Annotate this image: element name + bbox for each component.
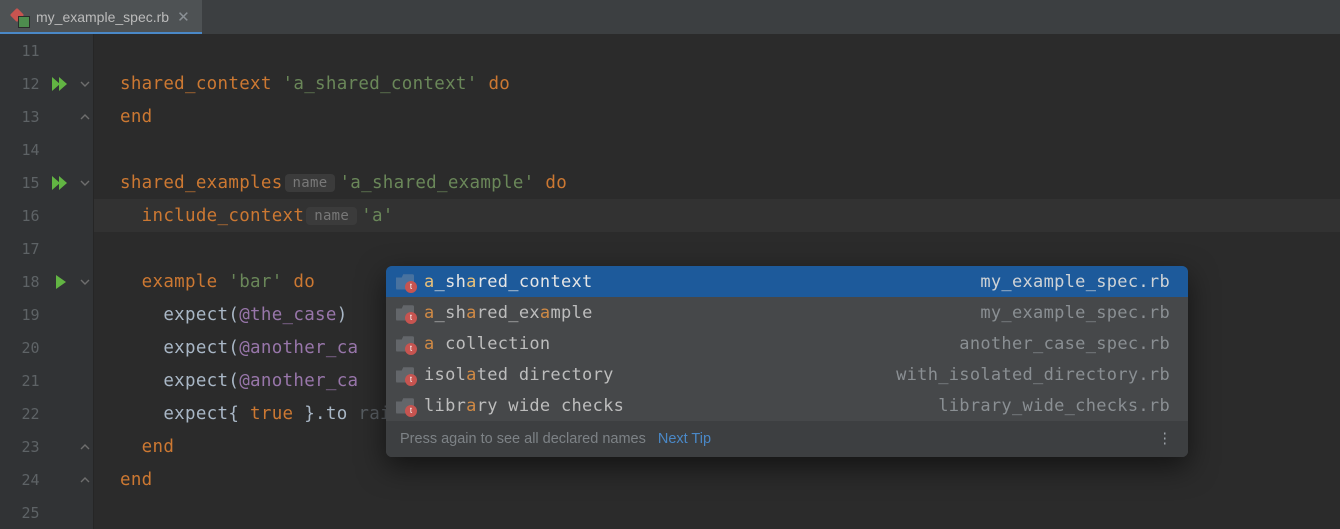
completion-item-path: another_case_spec.rb — [959, 334, 1170, 354]
code-line[interactable]: shared_examplesname'a_shared_example' do — [94, 166, 1340, 199]
line-number: 15 — [0, 174, 48, 192]
completion-item[interactable]: t isolated directory with_isolated_directo… — [386, 359, 1188, 390]
line-number: 18 — [0, 273, 48, 291]
completion-item[interactable]: t a_shared_example my_example_spec.rb — [386, 297, 1188, 328]
gutter-row: 16 — [0, 199, 93, 232]
param-hint: name — [306, 207, 357, 225]
run-all-icon[interactable] — [52, 176, 72, 190]
run-all-icon[interactable] — [52, 77, 72, 91]
line-number: 17 — [0, 240, 48, 258]
code-editor[interactable]: 11 12 13 14 15 16 17 18 — [0, 34, 1340, 529]
gutter-row: 21 — [0, 364, 93, 397]
gutter-row: 14 — [0, 133, 93, 166]
fold-toggle-icon[interactable] — [79, 177, 91, 189]
gutter-row: 17 — [0, 232, 93, 265]
file-tab-label: my_example_spec.rb — [36, 9, 169, 25]
line-number: 16 — [0, 207, 48, 225]
close-icon[interactable]: ✕ — [177, 8, 190, 26]
fold-toggle-icon[interactable] — [79, 474, 91, 486]
gutter-row: 12 — [0, 67, 93, 100]
completion-item[interactable]: t a collection another_case_spec.rb — [386, 328, 1188, 359]
completion-item-path: my_example_spec.rb — [980, 303, 1170, 323]
completion-item-label: library wide checks — [424, 396, 624, 416]
line-number: 11 — [0, 42, 48, 60]
ruby-spec-file-icon — [10, 8, 28, 26]
code-line[interactable]: end — [94, 100, 1340, 133]
code-line[interactable]: end — [94, 463, 1340, 496]
line-number: 19 — [0, 306, 48, 324]
line-number: 20 — [0, 339, 48, 357]
more-menu-icon[interactable]: ⋮ — [1158, 431, 1175, 447]
gutter-row: 24 — [0, 463, 93, 496]
line-number: 21 — [0, 372, 48, 390]
completion-item[interactable]: t a_shared_context my_example_spec.rb — [386, 266, 1188, 297]
code-line[interactable] — [94, 133, 1340, 166]
completion-item-path: my_example_spec.rb — [980, 272, 1170, 292]
shared-group-icon: t — [396, 367, 414, 383]
gutter-row: 19 — [0, 298, 93, 331]
completion-footer-hint: Press again to see all declared names — [400, 431, 646, 447]
gutter-row: 20 — [0, 331, 93, 364]
line-number: 25 — [0, 504, 48, 522]
code-line[interactable] — [94, 496, 1340, 529]
completion-item-label: a_shared_context — [424, 272, 593, 292]
next-tip-link[interactable]: Next Tip — [658, 431, 711, 447]
line-number: 12 — [0, 75, 48, 93]
fold-toggle-icon[interactable] — [79, 78, 91, 90]
gutter-row: 22 — [0, 397, 93, 430]
gutter-row: 23 — [0, 430, 93, 463]
completion-item-label: a_shared_example — [424, 303, 593, 323]
line-number: 23 — [0, 438, 48, 456]
shared-group-icon: t — [396, 336, 414, 352]
run-icon[interactable] — [56, 275, 68, 289]
shared-group-icon: t — [396, 398, 414, 414]
line-number: 13 — [0, 108, 48, 126]
completion-popup-footer: Press again to see all declared names Nex… — [386, 421, 1188, 457]
code-line[interactable] — [94, 232, 1340, 265]
line-number: 22 — [0, 405, 48, 423]
completion-item-label: a collection — [424, 334, 550, 354]
gutter-row: 11 — [0, 34, 93, 67]
fold-toggle-icon[interactable] — [79, 276, 91, 288]
gutter-row: 18 — [0, 265, 93, 298]
completion-item-path: library_wide_checks.rb — [938, 396, 1170, 416]
line-number: 24 — [0, 471, 48, 489]
code-line[interactable]: shared_context 'a_shared_context' do — [94, 67, 1340, 100]
completion-item-label: isolated directory — [424, 365, 614, 385]
file-tab[interactable]: my_example_spec.rb ✕ — [0, 0, 202, 34]
code-line[interactable]: include_contextname'a' — [94, 199, 1340, 232]
code-line[interactable] — [94, 34, 1340, 67]
editor-gutter: 11 12 13 14 15 16 17 18 — [0, 34, 94, 529]
editor-tabbar: my_example_spec.rb ✕ — [0, 0, 1340, 34]
shared-group-icon: t — [396, 274, 414, 290]
fold-toggle-icon[interactable] — [79, 111, 91, 123]
shared-group-icon: t — [396, 305, 414, 321]
gutter-row: 13 — [0, 100, 93, 133]
fold-toggle-icon[interactable] — [79, 441, 91, 453]
completion-popup[interactable]: ta_shared_contextmy_example_spec.rbta_sh… — [386, 266, 1188, 457]
line-number: 14 — [0, 141, 48, 159]
completion-item-path: with_isolated_directory.rb — [896, 365, 1170, 385]
gutter-row: 25 — [0, 496, 93, 529]
gutter-row: 15 — [0, 166, 93, 199]
param-hint: name — [285, 174, 336, 192]
completion-item[interactable]: t library wide checks library_wide_checks.… — [386, 390, 1188, 421]
